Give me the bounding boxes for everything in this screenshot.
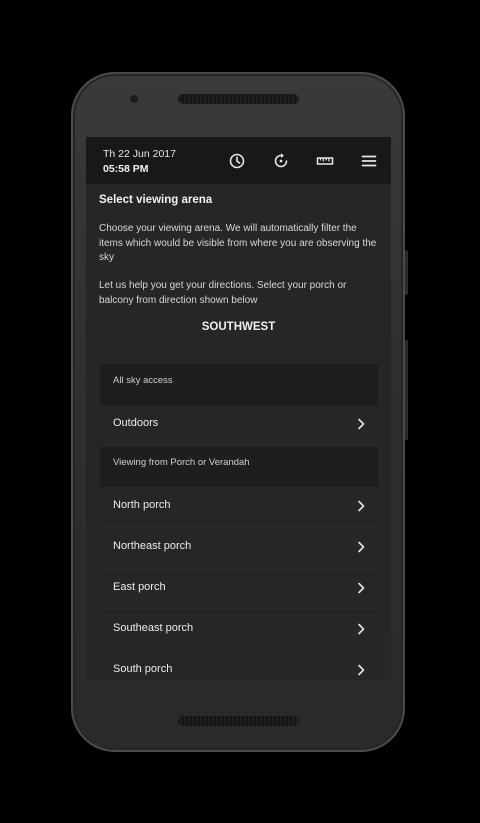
list-item-label: Southeast porch [113, 622, 194, 634]
list-item-east-porch[interactable]: East porch [100, 569, 378, 610]
page-title: Select viewing arena [99, 194, 213, 206]
help-text: Let us help you get your directions. Sel… [99, 280, 347, 306]
section-header-porch: Viewing from Porch or Verandah [100, 446, 378, 487]
camera-lens [130, 95, 138, 103]
list-item-south-porch[interactable]: South porch [100, 651, 378, 680]
top-bar: Th 22 Jun 2017 05:58 PM [86, 137, 391, 184]
current-direction: SOUTHWEST [201, 321, 276, 333]
power-button [405, 340, 408, 440]
date-text: Th 22 Jun 2017 [103, 148, 176, 160]
list-item-label: South porch [113, 663, 173, 675]
list-item-outdoors[interactable]: Outdoors [100, 405, 378, 446]
clock-icon[interactable] [227, 151, 247, 171]
volume-button [405, 250, 408, 295]
section-header-label: Viewing from Porch or Verandah [113, 457, 250, 468]
bottom-speaker [178, 716, 299, 726]
list-item-southeast-porch[interactable]: Southeast porch [100, 610, 378, 651]
app-screen: Th 22 Jun 2017 05:58 PM Select viewing a… [86, 137, 391, 680]
menu-icon[interactable] [359, 151, 379, 171]
intro-text: Choose your viewing arena. We will autom… [99, 223, 377, 263]
list-item-label: Outdoors [113, 417, 159, 429]
list-item-label: East porch [113, 581, 166, 593]
ruler-icon[interactable] [315, 151, 335, 171]
top-speaker [178, 94, 299, 104]
section-header-all-sky: All sky access [100, 364, 378, 405]
list-item-label: Northeast porch [113, 540, 192, 552]
chevron-right-icon [354, 581, 368, 595]
list-item-north-porch[interactable]: North porch [100, 487, 378, 528]
chevron-right-icon [354, 540, 368, 554]
chevron-right-icon [354, 499, 368, 513]
chevron-right-icon [354, 622, 368, 636]
list-item-northeast-porch[interactable]: Northeast porch [100, 528, 378, 569]
chevron-right-icon [354, 417, 368, 431]
chevron-right-icon [354, 663, 368, 677]
time-text: 05:58 PM [103, 163, 149, 175]
refresh-icon[interactable] [271, 151, 291, 171]
list-item-label: North porch [113, 499, 171, 511]
section-header-label: All sky access [113, 375, 173, 386]
